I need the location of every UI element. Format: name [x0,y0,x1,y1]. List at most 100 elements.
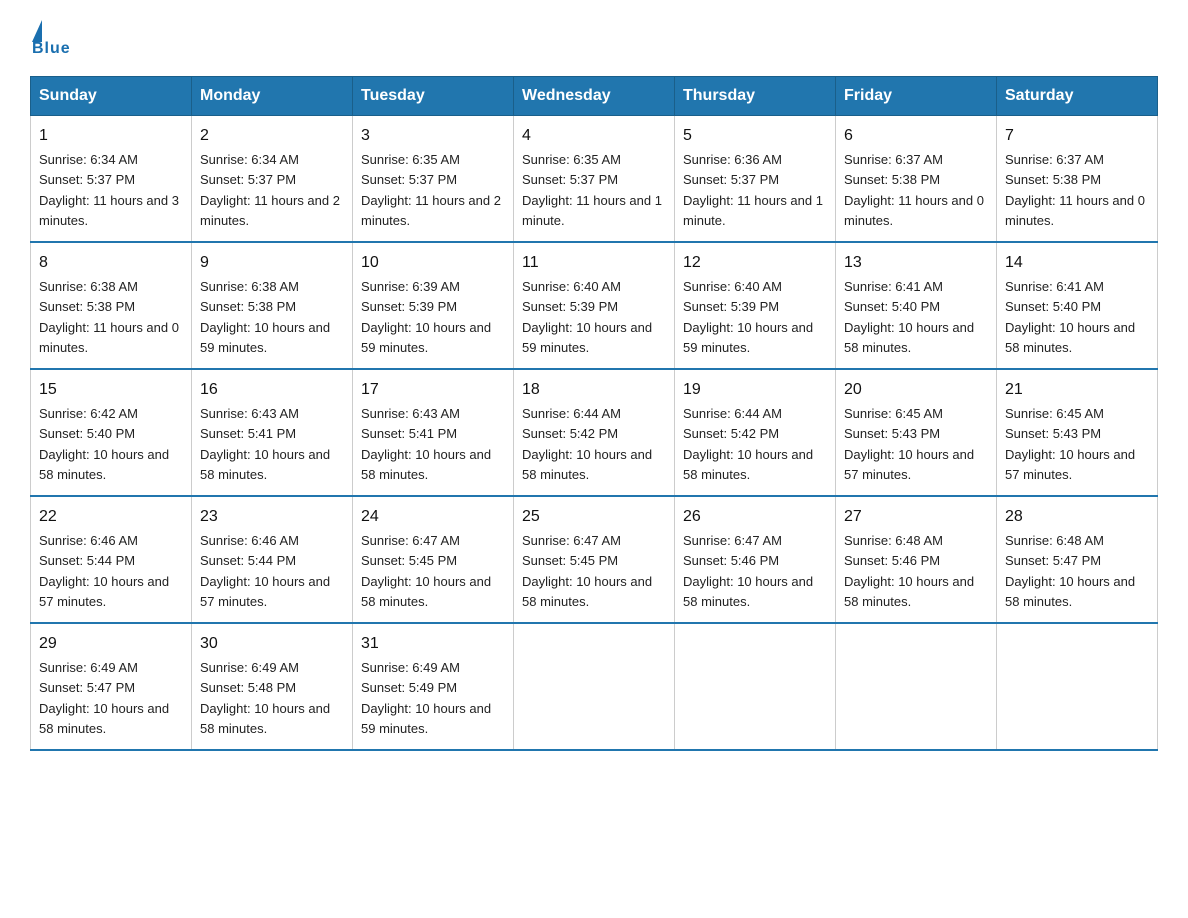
day-info: Sunrise: 6:40 AMSunset: 5:39 PMDaylight:… [683,279,813,355]
calendar-cell: 30 Sunrise: 6:49 AMSunset: 5:48 PMDaylig… [192,623,353,750]
day-number: 19 [683,378,827,402]
calendar-cell: 5 Sunrise: 6:36 AMSunset: 5:37 PMDayligh… [675,116,836,243]
header-cell-tuesday: Tuesday [353,77,514,116]
calendar-cell: 3 Sunrise: 6:35 AMSunset: 5:37 PMDayligh… [353,116,514,243]
day-number: 20 [844,378,988,402]
header-cell-saturday: Saturday [997,77,1158,116]
day-info: Sunrise: 6:48 AMSunset: 5:46 PMDaylight:… [844,533,974,609]
calendar-cell: 26 Sunrise: 6:47 AMSunset: 5:46 PMDaylig… [675,496,836,623]
day-number: 5 [683,124,827,148]
day-number: 29 [39,632,183,656]
day-info: Sunrise: 6:45 AMSunset: 5:43 PMDaylight:… [844,406,974,482]
day-number: 11 [522,251,666,275]
day-number: 31 [361,632,505,656]
day-info: Sunrise: 6:37 AMSunset: 5:38 PMDaylight:… [1005,152,1145,228]
calendar-cell: 31 Sunrise: 6:49 AMSunset: 5:49 PMDaylig… [353,623,514,750]
calendar-week-5: 29 Sunrise: 6:49 AMSunset: 5:47 PMDaylig… [31,623,1158,750]
calendar-cell: 22 Sunrise: 6:46 AMSunset: 5:44 PMDaylig… [31,496,192,623]
calendar-cell: 29 Sunrise: 6:49 AMSunset: 5:47 PMDaylig… [31,623,192,750]
day-info: Sunrise: 6:47 AMSunset: 5:45 PMDaylight:… [522,533,652,609]
day-number: 21 [1005,378,1149,402]
day-info: Sunrise: 6:41 AMSunset: 5:40 PMDaylight:… [844,279,974,355]
calendar-cell: 10 Sunrise: 6:39 AMSunset: 5:39 PMDaylig… [353,242,514,369]
header-cell-sunday: Sunday [31,77,192,116]
day-info: Sunrise: 6:35 AMSunset: 5:37 PMDaylight:… [522,152,662,228]
day-info: Sunrise: 6:38 AMSunset: 5:38 PMDaylight:… [200,279,330,355]
day-info: Sunrise: 6:34 AMSunset: 5:37 PMDaylight:… [200,152,340,228]
calendar-cell: 18 Sunrise: 6:44 AMSunset: 5:42 PMDaylig… [514,369,675,496]
calendar-cell: 25 Sunrise: 6:47 AMSunset: 5:45 PMDaylig… [514,496,675,623]
day-info: Sunrise: 6:37 AMSunset: 5:38 PMDaylight:… [844,152,984,228]
header-cell-wednesday: Wednesday [514,77,675,116]
day-info: Sunrise: 6:47 AMSunset: 5:46 PMDaylight:… [683,533,813,609]
calendar-cell: 11 Sunrise: 6:40 AMSunset: 5:39 PMDaylig… [514,242,675,369]
day-info: Sunrise: 6:48 AMSunset: 5:47 PMDaylight:… [1005,533,1135,609]
calendar-cell: 23 Sunrise: 6:46 AMSunset: 5:44 PMDaylig… [192,496,353,623]
day-number: 3 [361,124,505,148]
day-info: Sunrise: 6:34 AMSunset: 5:37 PMDaylight:… [39,152,179,228]
calendar-header: SundayMondayTuesdayWednesdayThursdayFrid… [31,77,1158,116]
day-number: 10 [361,251,505,275]
day-number: 23 [200,505,344,529]
calendar-week-1: 1 Sunrise: 6:34 AMSunset: 5:37 PMDayligh… [31,116,1158,243]
calendar-cell: 20 Sunrise: 6:45 AMSunset: 5:43 PMDaylig… [836,369,997,496]
calendar-cell: 9 Sunrise: 6:38 AMSunset: 5:38 PMDayligh… [192,242,353,369]
calendar-week-4: 22 Sunrise: 6:46 AMSunset: 5:44 PMDaylig… [31,496,1158,623]
header-row: SundayMondayTuesdayWednesdayThursdayFrid… [31,77,1158,116]
calendar-cell: 14 Sunrise: 6:41 AMSunset: 5:40 PMDaylig… [997,242,1158,369]
calendar-cell: 6 Sunrise: 6:37 AMSunset: 5:38 PMDayligh… [836,116,997,243]
day-info: Sunrise: 6:47 AMSunset: 5:45 PMDaylight:… [361,533,491,609]
calendar-cell: 24 Sunrise: 6:47 AMSunset: 5:45 PMDaylig… [353,496,514,623]
day-number: 8 [39,251,183,275]
calendar-week-2: 8 Sunrise: 6:38 AMSunset: 5:38 PMDayligh… [31,242,1158,369]
day-info: Sunrise: 6:36 AMSunset: 5:37 PMDaylight:… [683,152,823,228]
calendar-cell: 13 Sunrise: 6:41 AMSunset: 5:40 PMDaylig… [836,242,997,369]
page-header: Blue [30,20,1158,58]
day-info: Sunrise: 6:46 AMSunset: 5:44 PMDaylight:… [39,533,169,609]
day-number: 25 [522,505,666,529]
calendar-table: SundayMondayTuesdayWednesdayThursdayFrid… [30,76,1158,751]
header-cell-thursday: Thursday [675,77,836,116]
calendar-cell [836,623,997,750]
calendar-cell: 21 Sunrise: 6:45 AMSunset: 5:43 PMDaylig… [997,369,1158,496]
day-number: 22 [39,505,183,529]
day-number: 28 [1005,505,1149,529]
day-number: 13 [844,251,988,275]
day-info: Sunrise: 6:45 AMSunset: 5:43 PMDaylight:… [1005,406,1135,482]
calendar-cell: 2 Sunrise: 6:34 AMSunset: 5:37 PMDayligh… [192,116,353,243]
calendar-cell: 16 Sunrise: 6:43 AMSunset: 5:41 PMDaylig… [192,369,353,496]
calendar-cell: 17 Sunrise: 6:43 AMSunset: 5:41 PMDaylig… [353,369,514,496]
calendar-cell [514,623,675,750]
calendar-cell: 15 Sunrise: 6:42 AMSunset: 5:40 PMDaylig… [31,369,192,496]
calendar-body: 1 Sunrise: 6:34 AMSunset: 5:37 PMDayligh… [31,116,1158,751]
day-number: 1 [39,124,183,148]
day-info: Sunrise: 6:40 AMSunset: 5:39 PMDaylight:… [522,279,652,355]
day-number: 24 [361,505,505,529]
calendar-cell: 12 Sunrise: 6:40 AMSunset: 5:39 PMDaylig… [675,242,836,369]
day-number: 12 [683,251,827,275]
day-number: 26 [683,505,827,529]
day-info: Sunrise: 6:42 AMSunset: 5:40 PMDaylight:… [39,406,169,482]
day-number: 30 [200,632,344,656]
day-number: 27 [844,505,988,529]
calendar-cell [997,623,1158,750]
day-number: 18 [522,378,666,402]
calendar-week-3: 15 Sunrise: 6:42 AMSunset: 5:40 PMDaylig… [31,369,1158,496]
day-info: Sunrise: 6:38 AMSunset: 5:38 PMDaylight:… [39,279,179,355]
day-number: 9 [200,251,344,275]
calendar-cell: 28 Sunrise: 6:48 AMSunset: 5:47 PMDaylig… [997,496,1158,623]
day-number: 2 [200,124,344,148]
day-number: 14 [1005,251,1149,275]
calendar-cell: 7 Sunrise: 6:37 AMSunset: 5:38 PMDayligh… [997,116,1158,243]
logo-underline: Blue [32,40,71,58]
day-info: Sunrise: 6:35 AMSunset: 5:37 PMDaylight:… [361,152,501,228]
day-info: Sunrise: 6:39 AMSunset: 5:39 PMDaylight:… [361,279,491,355]
calendar-cell: 27 Sunrise: 6:48 AMSunset: 5:46 PMDaylig… [836,496,997,623]
day-number: 17 [361,378,505,402]
day-info: Sunrise: 6:49 AMSunset: 5:47 PMDaylight:… [39,660,169,736]
calendar-cell: 8 Sunrise: 6:38 AMSunset: 5:38 PMDayligh… [31,242,192,369]
day-info: Sunrise: 6:41 AMSunset: 5:40 PMDaylight:… [1005,279,1135,355]
day-number: 15 [39,378,183,402]
day-info: Sunrise: 6:49 AMSunset: 5:48 PMDaylight:… [200,660,330,736]
calendar-cell: 1 Sunrise: 6:34 AMSunset: 5:37 PMDayligh… [31,116,192,243]
